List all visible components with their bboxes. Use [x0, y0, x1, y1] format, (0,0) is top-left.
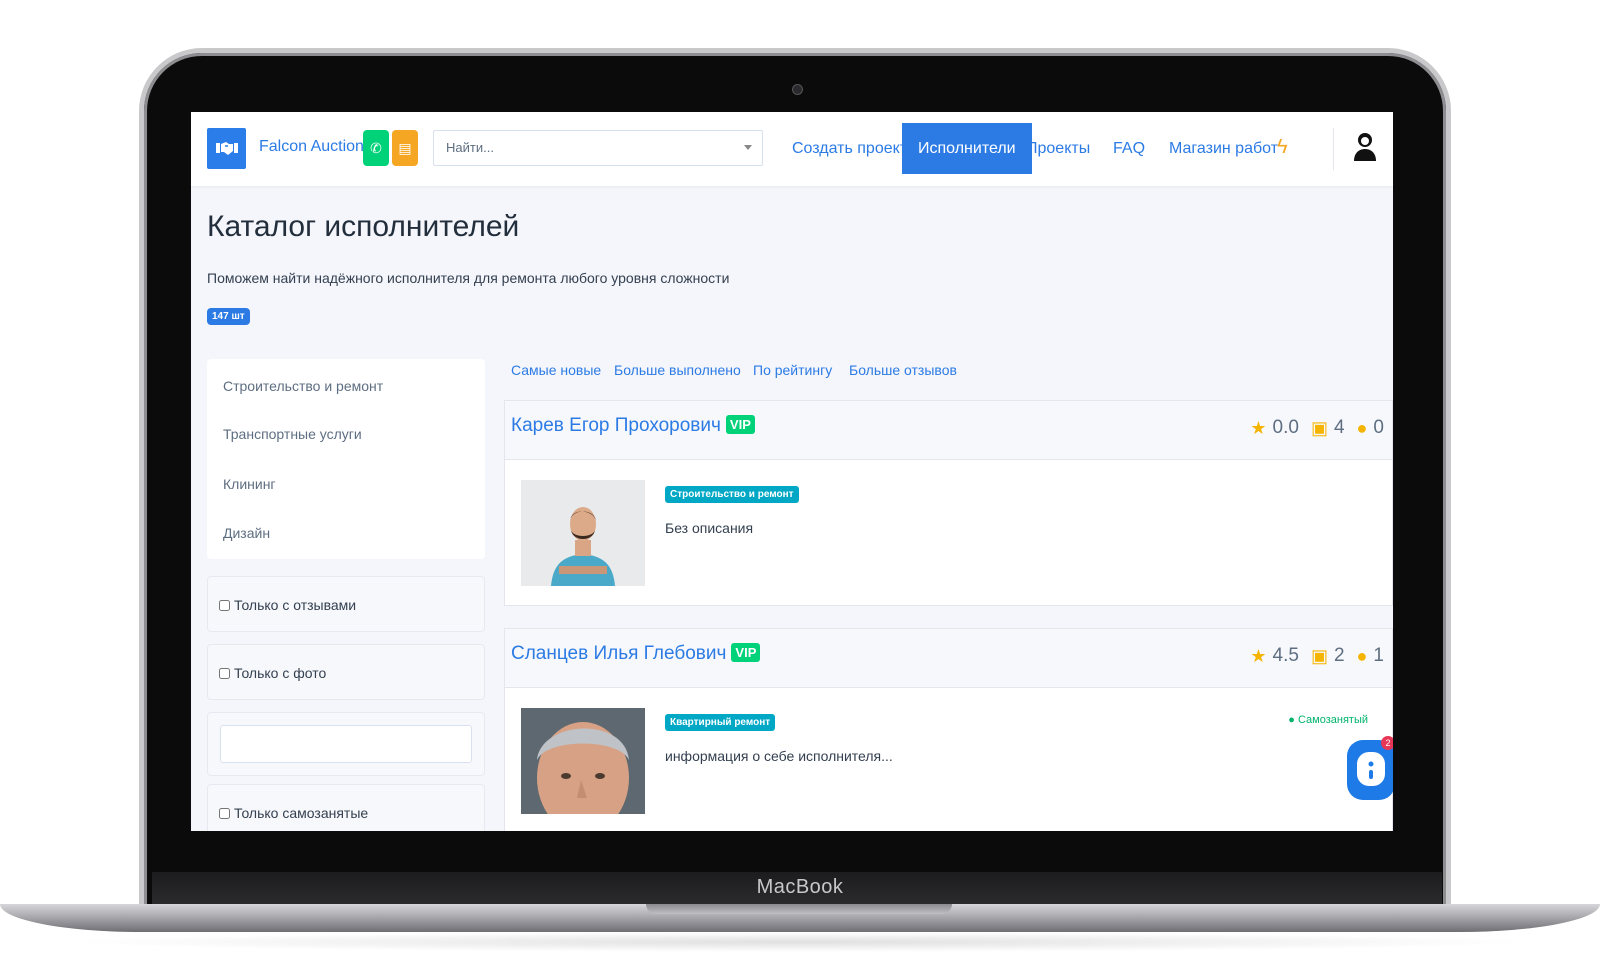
done-count: 4 — [1333, 417, 1345, 438]
screen: Falcon Auction ✆ ▤ Создать проект Исполн… — [191, 112, 1393, 831]
laptop-brand: MacBook — [756, 876, 844, 898]
executor-name[interactable]: Карев Егор Прохорович VIP — [511, 415, 755, 437]
vip-badge: VIP — [731, 643, 761, 662]
chevron-down-icon — [744, 145, 752, 150]
sort-rating[interactable]: По рейтингу — [753, 362, 832, 378]
navbar: Falcon Auction ✆ ▤ Создать проект Исполн… — [191, 112, 1393, 186]
task-done-icon: ▣ — [1310, 417, 1328, 438]
filter-photo-label[interactable]: Только с фото — [219, 665, 326, 681]
comments-icon: ● — [1356, 645, 1368, 666]
phone-icon: ✆ — [370, 139, 382, 156]
filter-reviews-label[interactable]: Только с отзывами — [219, 597, 356, 613]
category-tag[interactable]: Строительство и ремонт — [665, 486, 799, 503]
filter-self-employed: Только самозанятые — [207, 784, 485, 831]
handshake-logo-icon[interactable] — [207, 128, 246, 169]
phone-button[interactable]: ✆ — [363, 130, 389, 166]
category-construction[interactable]: Строительство и ремонт — [223, 378, 383, 394]
filter-text-input[interactable] — [220, 725, 472, 763]
comments-icon: ● — [1356, 417, 1368, 438]
filter-self-employed-checkbox[interactable] — [219, 807, 230, 819]
category-transport[interactable]: Транспортные услуги — [223, 426, 362, 442]
executor-description: информация о себе исполнителя... — [665, 748, 893, 764]
self-employed-status: ● Самозанятый — [1288, 714, 1368, 726]
done-count: 2 — [1333, 645, 1345, 666]
user-avatar-icon[interactable] — [1353, 130, 1377, 167]
reviews-count: 1 — [1373, 645, 1384, 666]
filter-photo-checkbox[interactable] — [219, 667, 230, 679]
executor-stats: ★ 0.0 ▣ 4 ● 0 — [1250, 417, 1384, 439]
laptop-notch — [646, 904, 952, 914]
nav-faq[interactable]: FAQ — [1097, 112, 1161, 186]
nav-shop[interactable]: Магазин работ — [1153, 112, 1294, 186]
search-select[interactable] — [433, 130, 763, 166]
laptop-shadow — [60, 932, 1540, 952]
search-input[interactable] — [444, 139, 728, 156]
category-design[interactable]: Дизайн — [223, 525, 270, 541]
star-icon: ★ — [1250, 417, 1267, 438]
executor-stats: ★ 4.5 ▣ 2 ● 1 — [1250, 645, 1384, 667]
user-circle-icon: ● — [1288, 714, 1295, 726]
brand-name[interactable]: Falcon Auction — [259, 138, 364, 156]
category-tag[interactable]: Квартирный ремонт — [665, 714, 776, 731]
camera-icon — [792, 84, 803, 95]
document-icon: ▤ — [398, 139, 412, 156]
executor-name[interactable]: Сланцев Илья Глебович VIP — [511, 643, 761, 665]
filter-photo: Только с фото — [207, 644, 485, 700]
executor-photo[interactable] — [521, 480, 645, 586]
filter-text-box — [207, 712, 485, 776]
executor-card-body: Строительство и ремонт Без описания — [504, 460, 1393, 606]
executor-card-header: Сланцев Илья Глебович VIP ★ 4.5 ▣ 2 ● 1 — [504, 628, 1393, 688]
category-list: Строительство и ремонт Транспортные услу… — [207, 359, 485, 559]
page-title: Каталог исполнителей — [207, 210, 520, 243]
vip-badge: VIP — [725, 415, 755, 434]
executor-card-header: Карев Егор Прохорович VIP ★ 0.0 ▣ 4 ● 0 — [504, 400, 1393, 460]
sort-newest[interactable]: Самые новые — [511, 362, 601, 378]
task-done-icon: ▣ — [1310, 645, 1328, 666]
count-badge: 147 шт — [207, 308, 250, 325]
category-cleaning[interactable]: Клининг — [223, 476, 276, 492]
filter-reviews-checkbox[interactable] — [219, 599, 230, 611]
rating-value: 0.0 — [1272, 417, 1299, 438]
nav-projects[interactable]: Проекты — [1010, 112, 1106, 186]
chat-unread-badge: 2 — [1381, 736, 1393, 750]
star-icon: ★ — [1250, 645, 1267, 666]
nav-divider — [1333, 128, 1334, 170]
sort-most-done[interactable]: Больше выполнено — [614, 362, 741, 378]
filter-reviews: Только с отзывами — [207, 576, 485, 632]
document-button[interactable]: ▤ — [392, 130, 418, 166]
sort-reviews[interactable]: Больше отзывов — [849, 362, 957, 378]
lightning-icon[interactable]: ϟ — [1277, 136, 1288, 159]
executor-photo[interactable] — [521, 708, 645, 814]
filter-self-employed-label[interactable]: Только самозанятые — [219, 805, 368, 821]
executor-description: Без описания — [665, 520, 754, 536]
page-subtitle: Поможем найти надёжного исполнителя для … — [207, 270, 730, 286]
rating-value: 4.5 — [1272, 645, 1299, 666]
reviews-count: 0 — [1373, 417, 1384, 438]
executor-card-body: Квартирный ремонт информация о себе испо… — [504, 688, 1393, 831]
